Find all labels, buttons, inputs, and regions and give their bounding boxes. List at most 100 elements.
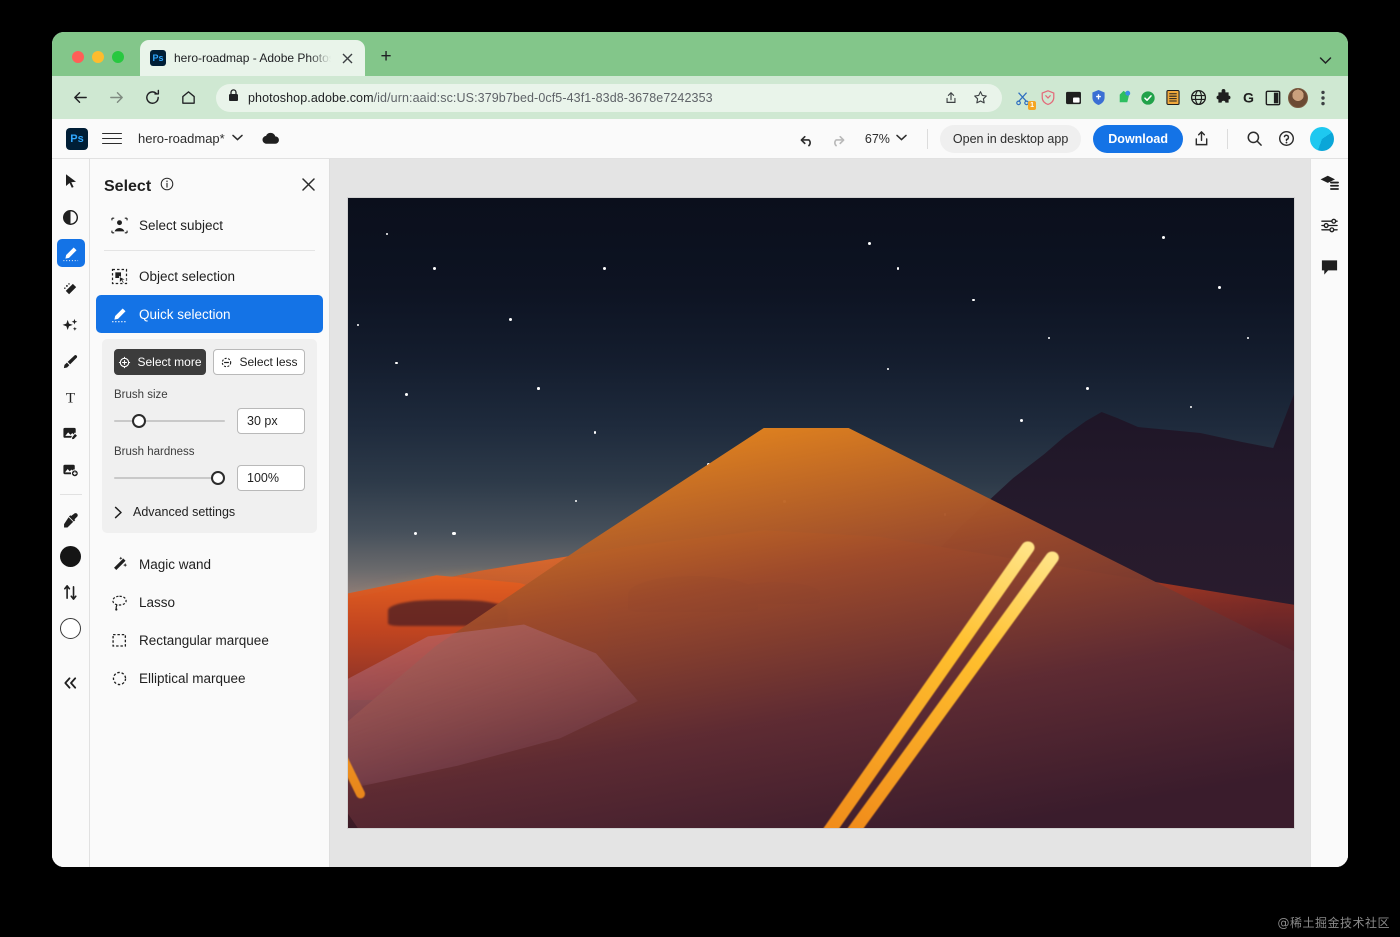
select-less-button[interactable]: Select less [213,349,305,375]
lock-icon [228,88,239,107]
home-button[interactable] [174,84,202,112]
tab-close-icon[interactable] [339,50,355,66]
brush-tool[interactable] [57,347,85,375]
open-in-desktop-button[interactable]: Open in desktop app [939,124,1082,153]
add-image-tool[interactable] [57,455,85,483]
object-selection-option[interactable]: Object selection [96,257,323,295]
advanced-settings-toggle[interactable]: Advanced settings [114,503,305,519]
properties-panel-icon[interactable] [1318,213,1342,237]
photoshop-web-app: Ps hero-roadmap* 67% Open in desktop app… [52,119,1348,867]
info-icon[interactable] [160,177,174,196]
header-divider-2 [1227,128,1228,149]
lasso-icon [110,593,128,611]
orange-book-icon[interactable] [1162,87,1184,109]
swap-colors-tool[interactable] [57,578,85,606]
browser-menu-icon[interactable] [1312,87,1334,109]
brush-hardness-knob[interactable] [211,471,225,485]
new-tab-button[interactable]: + [374,45,398,69]
comments-panel-icon[interactable] [1318,255,1342,279]
browser-window: Ps hero-roadmap - Adobe Photoshop + [52,32,1348,867]
picture-in-picture-icon[interactable] [1062,87,1084,109]
maximize-window-button[interactable] [112,51,124,63]
tab-list-chevron-icon[interactable] [1319,53,1332,68]
elliptical-marquee-option[interactable]: Elliptical marquee [96,659,323,697]
green-check-icon[interactable] [1137,87,1159,109]
collapse-rail-button[interactable] [62,676,79,695]
google-icon[interactable]: G [1237,87,1259,109]
minimize-window-button[interactable] [92,51,104,63]
spot-healing-tool[interactable] [57,275,85,303]
select-subject-option[interactable]: Select subject [96,206,323,244]
type-tool[interactable]: T [57,383,85,411]
document-name: hero-roadmap* [138,131,225,146]
puzzle-icon[interactable] [1212,87,1234,109]
bookmark-star-icon[interactable] [970,88,990,108]
foreground-color-swatch[interactable] [57,542,85,570]
header-divider [926,128,928,149]
brush-size-value[interactable]: 30 px [237,408,305,434]
download-button[interactable]: Download [1093,124,1183,153]
elliptical-marquee-label: Elliptical marquee [139,670,246,686]
watermark: @稀土掘金技术社区 [1277,916,1390,930]
shield-heart-icon[interactable] [1037,87,1059,109]
share-icon[interactable] [941,88,961,108]
zoom-level: 67% [864,131,890,146]
generative-fill-tool[interactable] [57,311,85,339]
redo-icon[interactable] [825,125,853,153]
object-selection-icon [110,267,128,285]
brush-size-knob[interactable] [131,414,146,428]
reload-button[interactable] [138,84,166,112]
close-window-button[interactable] [72,51,84,63]
search-icon[interactable] [1240,125,1268,153]
rectangular-marquee-option[interactable]: Rectangular marquee [96,621,323,659]
hamburger-menu-icon[interactable] [102,129,122,149]
quick-selection-option[interactable]: Quick selection [96,295,323,333]
quick-selection-label: Quick selection [139,306,231,322]
select-subject-icon [110,216,128,234]
forward-button[interactable] [102,84,130,112]
quick-selection-tool[interactable] [56,239,85,267]
brush-size-label: Brush size [114,389,168,401]
browser-tab[interactable]: Ps hero-roadmap - Adobe Photoshop [140,40,365,76]
brush-hardness-slider[interactable] [114,470,225,486]
back-button[interactable] [66,84,94,112]
magic-wand-option[interactable]: Magic wand [96,545,323,583]
brush-size-slider[interactable] [114,413,225,429]
evernote-icon[interactable] [1112,87,1134,109]
magic-wand-label: Magic wand [139,556,212,572]
url-path: /id/urn:aaid:sc:US:379b7bed-0cf5-43f1-83… [373,90,713,105]
address-bar[interactable]: photoshop.adobe.com/id/urn:aaid:sc:US:37… [216,83,1002,112]
profile-avatar[interactable] [1287,87,1309,109]
select-subject-label: Select subject [139,217,224,233]
right-panel-rail [1310,159,1348,867]
share-icon[interactable] [1187,125,1215,153]
scissors-icon[interactable]: 1 [1012,87,1036,110]
blue-shield-icon[interactable] [1087,87,1109,109]
account-avatar[interactable] [1310,126,1334,151]
move-tool[interactable] [57,167,85,195]
magic-wand-icon [110,555,128,573]
eyedropper-tool[interactable] [57,506,85,534]
canvas-area[interactable]: Show selected layer i would like the sky… [330,159,1310,867]
close-panel-icon[interactable] [302,178,315,195]
sidepanel-icon[interactable] [1262,87,1284,109]
layers-panel-icon[interactable] [1318,171,1342,195]
lasso-option[interactable]: Lasso [96,583,323,621]
adjustments-tool[interactable] [57,203,85,231]
help-icon[interactable] [1272,125,1300,153]
address-bar-url: photoshop.adobe.com/id/urn:aaid:sc:US:37… [248,91,932,105]
photoshop-header-actions: 67% Open in desktop app Download [793,124,1334,153]
artboard[interactable] [348,198,1294,828]
undo-icon[interactable] [793,125,821,153]
brush-hardness-label: Brush hardness [114,446,195,458]
select-panel-header: Select [90,159,329,206]
background-color-swatch[interactable] [57,614,85,642]
edit-image-tool[interactable] [57,419,85,447]
tool-rail: T [52,159,90,867]
globe-icon[interactable] [1187,87,1209,109]
zoom-chevron-down-icon[interactable] [896,133,907,144]
photoshop-favicon: Ps [150,50,166,66]
chevron-down-icon[interactable] [231,133,243,144]
select-more-button[interactable]: Select more [114,349,206,375]
brush-hardness-value[interactable]: 100% [237,465,305,491]
